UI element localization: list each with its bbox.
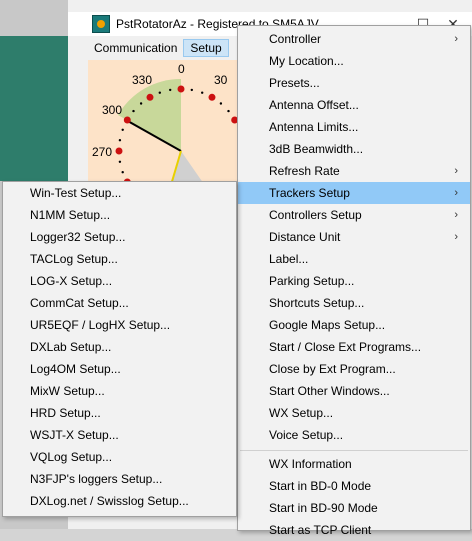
dial-major-tick [208, 93, 216, 101]
menu-item-wx-information[interactable]: WX Information [238, 453, 470, 475]
setup-menu: Controller › My Location... Presets... An… [237, 25, 471, 537]
menu-separator [240, 450, 468, 451]
dial-minor-tick [132, 109, 135, 113]
chevron-right-icon: › [454, 231, 458, 243]
menu-item-label[interactable]: Label... [238, 248, 470, 270]
submenu-item-log4om[interactable]: Log4OM Setup... [3, 358, 236, 380]
menu-item-wx-setup[interactable]: WX Setup... [238, 402, 470, 424]
app-icon[interactable] [92, 15, 110, 33]
menu-item-my-location[interactable]: My Location... [238, 50, 470, 72]
menu-item-antenna-limits[interactable]: Antenna Limits... [238, 116, 470, 138]
menu-item-controller[interactable]: Controller › [238, 28, 470, 50]
menu-setup[interactable]: Setup [183, 39, 229, 57]
dial-label-300: 300 [102, 103, 123, 117]
submenu-item-mixw[interactable]: MixW Setup... [3, 380, 236, 402]
dial-minor-tick [118, 160, 122, 163]
submenu-item-commcat[interactable]: CommCat Setup... [3, 292, 236, 314]
background-window-strip [0, 36, 68, 181]
submenu-item-n1mm[interactable]: N1MM Setup... [3, 204, 236, 226]
dial-major-tick [177, 85, 185, 93]
dial-major-tick [123, 116, 131, 124]
trackers-submenu: Win-Test Setup... N1MM Setup... Logger32… [2, 181, 237, 517]
submenu-item-logger32[interactable]: Logger32 Setup... [3, 226, 236, 248]
dial-minor-tick [201, 91, 204, 94]
dial-minor-tick [158, 91, 161, 94]
submenu-item-hrd[interactable]: HRD Setup... [3, 402, 236, 424]
chevron-right-icon: › [454, 33, 458, 45]
submenu-item-log-x[interactable]: LOG-X Setup... [3, 270, 236, 292]
chevron-right-icon: › [454, 209, 458, 221]
menu-item-beamwidth[interactable]: 3dB Beamwidth... [238, 138, 470, 160]
dial-minor-tick [169, 88, 172, 92]
submenu-item-ur5eqf[interactable]: UR5EQF / LogHX Setup... [3, 314, 236, 336]
dial-minor-tick [227, 109, 230, 113]
menu-item-controllers-setup[interactable]: Controllers Setup › [238, 204, 470, 226]
menu-item-start-bd90[interactable]: Start in BD-90 Mode [238, 497, 470, 519]
dial-label-30: 30 [214, 73, 228, 87]
dial-minor-tick [118, 139, 122, 142]
submenu-item-vqlog[interactable]: VQLog Setup... [3, 446, 236, 468]
menu-item-distance-unit[interactable]: Distance Unit › [238, 226, 470, 248]
menu-item-google-maps-setup[interactable]: Google Maps Setup... [238, 314, 470, 336]
dial-major-tick [146, 93, 154, 101]
submenu-item-taclog[interactable]: TACLog Setup... [3, 248, 236, 270]
submenu-item-win-test[interactable]: Win-Test Setup... [3, 182, 236, 204]
chevron-right-icon: › [454, 165, 458, 177]
submenu-item-dxlog-swisslog[interactable]: DXLog.net / Swisslog Setup... [3, 490, 236, 512]
dial-major-tick [115, 147, 123, 155]
dial-minor-tick [121, 128, 124, 131]
dial-minor-tick [139, 102, 143, 105]
dial-label-0: 0 [178, 62, 185, 76]
dial-minor-tick [190, 88, 193, 92]
menu-item-refresh-rate[interactable]: Refresh Rate › [238, 160, 470, 182]
menu-item-close-by-ext[interactable]: Close by Ext Program... [238, 358, 470, 380]
rotator-dial[interactable]: 330 0 30 300 270 [88, 60, 240, 190]
dial-minor-tick [121, 171, 124, 174]
submenu-item-wsjt-x[interactable]: WSJT-X Setup... [3, 424, 236, 446]
menu-item-shortcuts-setup[interactable]: Shortcuts Setup... [238, 292, 470, 314]
menu-item-parking-setup[interactable]: Parking Setup... [238, 270, 470, 292]
menu-communication[interactable]: Communication [88, 39, 183, 57]
submenu-item-dxlab[interactable]: DXLab Setup... [3, 336, 236, 358]
menu-item-start-tcp-client[interactable]: Start as TCP Client [238, 519, 470, 541]
dial-minor-tick [219, 102, 223, 105]
dial-label-330: 330 [132, 73, 153, 87]
menu-item-antenna-offset[interactable]: Antenna Offset... [238, 94, 470, 116]
submenu-item-n3fjp[interactable]: N3FJP's loggers Setup... [3, 468, 236, 490]
menu-item-trackers-setup[interactable]: Trackers Setup › [238, 182, 470, 204]
menu-item-start-other-windows[interactable]: Start Other Windows... [238, 380, 470, 402]
menu-item-presets[interactable]: Presets... [238, 72, 470, 94]
menu-item-start-bd0[interactable]: Start in BD-0 Mode [238, 475, 470, 497]
menu-item-voice-setup[interactable]: Voice Setup... [238, 424, 470, 446]
menu-item-start-close-ext[interactable]: Start / Close Ext Programs... [238, 336, 470, 358]
dial-label-270: 270 [92, 145, 113, 159]
chevron-right-icon: › [454, 187, 458, 199]
beam-sector [118, 78, 181, 151]
